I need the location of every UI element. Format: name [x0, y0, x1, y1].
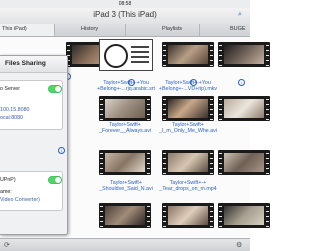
upnp-group: UPnP) ame: Video Converter)	[0, 171, 63, 211]
server-toggle[interactable]	[48, 85, 62, 93]
info-icon[interactable]: i	[128, 79, 135, 86]
info-icon[interactable]: i	[238, 79, 245, 86]
device-name-value: Video Converter)	[0, 197, 40, 203]
video-thumbnail	[162, 150, 214, 175]
chat-bubble-icon	[104, 44, 128, 68]
video-thumbnail	[218, 96, 270, 121]
settings-icon[interactable]: ⚙	[236, 241, 242, 249]
upnp-toggle[interactable]	[48, 176, 62, 184]
video-thumbnail	[162, 42, 214, 67]
video-caption: Taylor+Swift+-+ _Tear_drops_on_m.mp4	[159, 180, 217, 192]
video-thumbnail	[218, 150, 270, 175]
video-thumbnail	[162, 96, 214, 121]
title-bar: iPad 3 (This iPad) ⌕	[0, 8, 250, 25]
video-tile[interactable]	[158, 41, 218, 81]
video-tile[interactable]	[214, 149, 274, 189]
info-icon[interactable]: i	[58, 147, 65, 154]
video-tile[interactable]	[214, 41, 274, 81]
video-caption: Taylor+Swift+ _Forever__Always.avi	[98, 122, 152, 134]
panel-title: Files Sharing	[5, 60, 46, 67]
device-name-label: ame:	[0, 189, 12, 195]
video-caption: Taylor+Swift+ _I_m_Only_Me_Whe.avi	[159, 122, 217, 134]
tab-bar: This iPad) History Playlists BUGE	[0, 24, 250, 37]
tab-label: History	[81, 26, 99, 32]
video-thumbnail	[162, 203, 214, 228]
tab-label: This iPad)	[2, 26, 27, 32]
panel-header: Files Sharing	[0, 56, 67, 73]
video-thumbnail	[99, 203, 151, 228]
video-tile[interactable]	[95, 202, 155, 242]
tab-this-ipad[interactable]: This iPad)	[0, 24, 55, 36]
tab-label: BUGE	[230, 26, 246, 32]
bottom-toolbar: ⟳ ⚙	[0, 238, 250, 251]
info-icon[interactable]: i	[190, 79, 197, 86]
video-tile[interactable]	[214, 202, 274, 242]
video-thumbnail	[99, 150, 151, 175]
video-caption: Taylor+Swift+-+You +Belong+-...VD+rip).m…	[158, 80, 218, 92]
tab-playlists[interactable]: Playlists	[160, 24, 200, 36]
refresh-icon[interactable]: ⟳	[4, 241, 10, 249]
status-bar: 08:58	[0, 0, 250, 8]
window-title: iPad 3 (This iPad)	[93, 10, 157, 19]
tab-history[interactable]: History	[79, 24, 126, 36]
video-tile[interactable]: Taylor+Swift+ _I_m_Only_Me_Whe.avi	[158, 95, 218, 135]
upnp-label: UPnP)	[0, 177, 16, 183]
server-local-address: ocal:8080	[0, 115, 23, 121]
video-tile[interactable]	[214, 95, 274, 135]
video-thumbnail	[218, 203, 270, 228]
video-tile[interactable]	[158, 202, 218, 242]
video-caption: Taylor+Swift+-+You +Belong+-...rjq.arabi…	[97, 80, 155, 92]
clock: 08:58	[118, 1, 132, 7]
tab-buge[interactable]: BUGE	[228, 24, 250, 36]
server-address: 100.15.8080	[0, 107, 30, 113]
playlist-card[interactable]	[95, 39, 155, 79]
video-caption: Taylor+Swift+ _Shouldve_Said_N.avi	[99, 180, 153, 192]
files-sharing-panel: Files Sharing o Server 100.15.8080 ocal:…	[0, 55, 68, 235]
tab-label: Playlists	[162, 26, 183, 32]
video-tile[interactable]: Taylor+Swift+ _Forever__Always.avi	[95, 95, 155, 135]
search-icon[interactable]: ⌕	[238, 11, 242, 19]
video-thumbnail	[218, 42, 270, 67]
server-group: o Server 100.15.8080 ocal:8080	[0, 80, 63, 130]
video-thumbnail	[99, 96, 151, 121]
server-label: o Server	[0, 86, 21, 92]
